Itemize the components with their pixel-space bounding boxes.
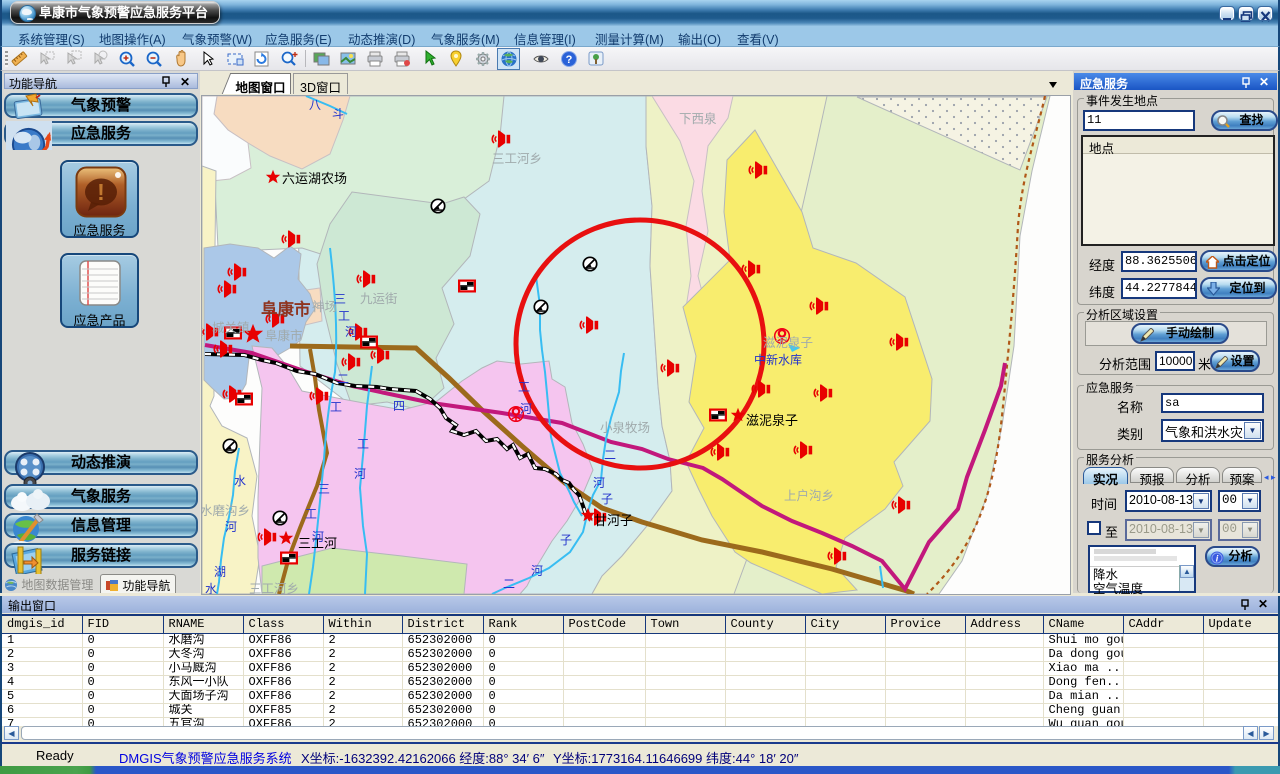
svg-text:河: 河 [345,325,357,339]
svg-text:阜康市: 阜康市 [261,299,311,319]
svg-text:二: 二 [337,372,349,386]
svg-text:子: 子 [560,533,572,547]
svg-text:?: ? [566,54,573,66]
svg-text:三: 三 [318,482,330,496]
svg-text:河: 河 [354,467,366,481]
svg-text:子: 子 [601,492,613,506]
svg-text:小泉牧场: 小泉牧场 [600,420,650,435]
svg-text:!: ! [97,179,105,205]
svg-text:工: 工 [305,507,317,521]
svg-text:中新水库: 中新水库 [754,352,802,367]
svg-text:四: 四 [393,399,405,413]
svg-text:河: 河 [520,402,532,416]
svg-text:上户沟乡: 上户沟乡 [784,488,834,503]
svg-text:工: 工 [338,309,350,323]
svg-text:九运街: 九运街 [360,292,398,306]
svg-text:河: 河 [593,476,605,490]
svg-text:甘河子: 甘河子 [594,513,633,528]
svg-text:水: 水 [234,474,246,488]
svg-text:二: 二 [503,577,515,591]
svg-text:城关镇: 城关镇 [212,321,250,335]
svg-text:河: 河 [225,520,237,534]
svg-text:工: 工 [330,400,342,414]
svg-text:下西泉: 下西泉 [679,111,717,126]
svg-text:工: 工 [518,380,530,394]
svg-text:水: 水 [205,582,217,594]
svg-text:滋泥泉子: 滋泥泉子 [763,335,813,350]
svg-text:工: 工 [357,437,369,451]
svg-text:三工河乡: 三工河乡 [492,152,542,166]
svg-text:八: 八 [309,98,321,112]
svg-text:滋泥泉子: 滋泥泉子 [746,413,798,428]
svg-text:河: 河 [531,564,543,578]
svg-text:湖: 湖 [214,564,226,579]
svg-text:斗: 斗 [332,107,344,121]
svg-text:阜康市: 阜康市 [265,328,303,343]
svg-text:河: 河 [312,530,324,544]
svg-text:六运湖农场: 六运湖农场 [282,171,347,186]
svg-text:三: 三 [334,292,346,306]
svg-text:二: 二 [604,448,616,462]
svg-text:水磨沟乡: 水磨沟乡 [202,504,250,518]
svg-text:三工河乡: 三工河乡 [249,582,299,594]
